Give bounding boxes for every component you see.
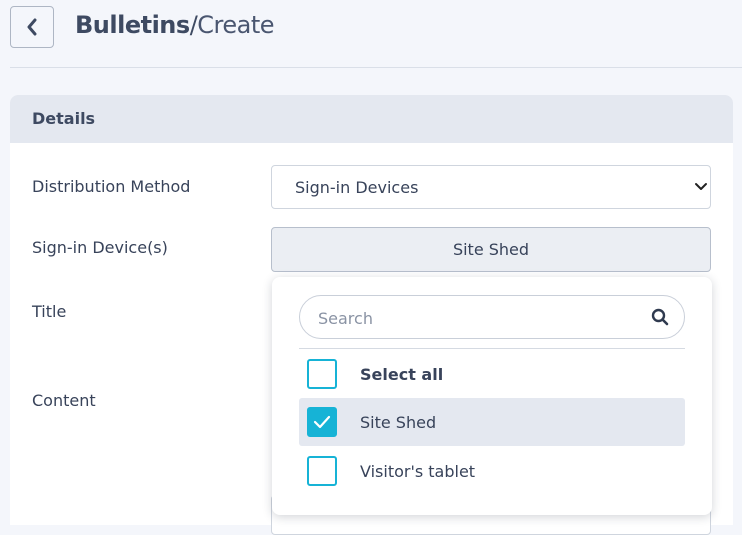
- option-visitors-tablet[interactable]: Visitor's tablet: [299, 447, 685, 495]
- header-divider: [10, 67, 742, 68]
- back-button[interactable]: [10, 6, 54, 48]
- chevron-down-icon: [695, 183, 707, 190]
- option-site-shed[interactable]: Site Shed: [299, 398, 685, 446]
- sign-in-devices-label: Sign-in Device(s): [32, 238, 168, 257]
- breadcrumb-current: Create: [197, 11, 275, 39]
- option-select-all[interactable]: Select all: [299, 350, 685, 398]
- page-title: Bulletins/Create: [75, 11, 275, 39]
- site-shed-checkbox[interactable]: [307, 407, 337, 437]
- title-label: Title: [32, 302, 67, 321]
- visitors-tablet-checkbox[interactable]: [307, 456, 337, 486]
- content-label: Content: [32, 391, 96, 410]
- option-label: Site Shed: [360, 413, 437, 432]
- checkmark-icon: [313, 415, 331, 429]
- chevron-left-icon: [27, 18, 37, 36]
- option-label: Select all: [360, 365, 444, 384]
- devices-dropdown: Select all Site Shed Visitor's tablet: [272, 277, 712, 515]
- search-field[interactable]: [299, 295, 685, 339]
- breadcrumb-section[interactable]: Bulletins: [75, 11, 190, 39]
- select-all-checkbox[interactable]: [307, 359, 337, 389]
- search-input[interactable]: [316, 305, 640, 331]
- distribution-method-label: Distribution Method: [32, 177, 191, 196]
- distribution-method-value: Sign-in Devices: [295, 178, 419, 197]
- dropdown-divider: [299, 348, 685, 349]
- search-icon[interactable]: [651, 308, 669, 326]
- option-label: Visitor's tablet: [360, 462, 476, 481]
- card-title: Details: [10, 95, 733, 143]
- distribution-method-select[interactable]: Sign-in Devices: [271, 165, 711, 209]
- sign-in-devices-button[interactable]: Site Shed: [271, 227, 711, 272]
